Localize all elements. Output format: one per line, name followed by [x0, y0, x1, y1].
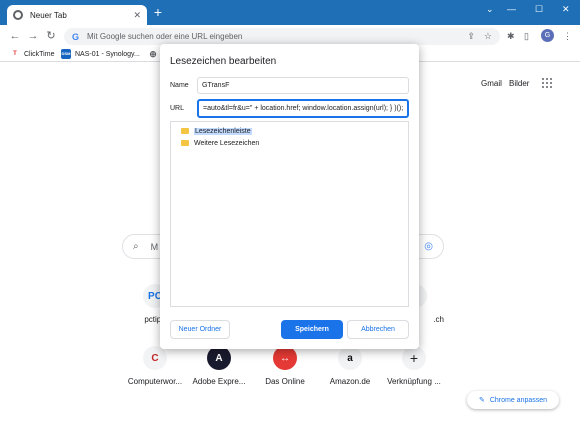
shortcut-label: Amazon.de [329, 377, 371, 386]
folder-icon [181, 140, 189, 146]
shortcut-label: Computerwor... [127, 377, 183, 386]
bookmark-label: NAS-01 - Synology... [75, 50, 140, 58]
customize-label: Chrome anpassen [489, 396, 548, 404]
shortcut-amazon[interactable]: a Amazon.de [315, 346, 385, 386]
name-label: Name [170, 82, 189, 89]
folder-item-other-bookmarks[interactable]: Weitere Lesezeichen [181, 137, 398, 149]
side-panel-icon[interactable]: ▯ [524, 31, 529, 42]
folder-label: Weitere Lesezeichen [194, 139, 260, 147]
title-bar: Neuer Tab ✕ + ⌄ — ☐ ✕ [0, 0, 580, 25]
extensions-icon[interactable]: ✱ [507, 31, 515, 42]
folder-label: Lesezeichenleiste [194, 127, 252, 135]
minimize-icon[interactable]: — [507, 4, 516, 14]
gmail-link[interactable]: Gmail [481, 79, 502, 88]
browser-tab[interactable]: Neuer Tab ✕ [7, 5, 147, 25]
plus-icon: + [402, 346, 426, 370]
google-apps-icon[interactable] [542, 78, 552, 88]
new-tab-button[interactable]: + [151, 5, 165, 19]
sbb-icon: ↔ [273, 346, 297, 370]
address-placeholder: Mit Google suchen oder eine URL eingeben [87, 32, 243, 41]
dialog-title: Lesezeichen bearbeiten [170, 56, 277, 67]
globe-icon: ⊕ [149, 49, 157, 59]
cancel-button[interactable]: Abbrechen [347, 320, 409, 339]
bookmark-star-icon[interactable]: ☆ [484, 31, 492, 42]
clicktime-icon: T [13, 51, 17, 57]
address-bar[interactable]: G Mit Google suchen oder eine URL eingeb… [64, 28, 500, 45]
folder-item-bookmarks-bar[interactable]: Lesezeichenleiste [181, 125, 398, 137]
folder-icon [181, 128, 189, 134]
new-folder-button[interactable]: Neuer Ordner [170, 320, 230, 339]
tab-search-icon[interactable]: ⌄ [486, 4, 494, 15]
google-icon: G [72, 31, 80, 42]
shortcut-label: Adobe Expre... [192, 377, 246, 386]
synology-icon: DSM [61, 49, 71, 59]
share-icon[interactable]: ⇪ [467, 31, 475, 42]
close-tab-icon[interactable]: ✕ [133, 10, 141, 21]
edit-bookmark-dialog: Lesezeichen bearbeiten Name GTransF URL … [160, 44, 419, 349]
computerworld-icon: C [143, 346, 167, 370]
folder-tree[interactable]: Lesezeichenleiste Weitere Lesezeichen [170, 121, 409, 307]
close-window-icon[interactable]: ✕ [562, 4, 570, 15]
shortcut-label: Verknüpfung ... [387, 377, 441, 386]
images-link[interactable]: Bilder [509, 79, 529, 88]
bookmark-nas[interactable]: DSM NAS-01 - Synology... [61, 49, 140, 59]
shortcut-adobe-express[interactable]: A Adobe Expre... [184, 346, 254, 386]
chrome-icon [13, 10, 23, 20]
google-lens-icon[interactable]: ◎ [424, 241, 433, 252]
profile-avatar[interactable]: G [541, 29, 554, 42]
reload-icon[interactable]: ↻ [44, 29, 58, 43]
url-field[interactable]: =auto&tl=fr&u=" + location.href; window.… [197, 99, 409, 118]
shortcut-label: Das Online [265, 377, 305, 386]
url-label: URL [170, 105, 185, 112]
bookmark-globe[interactable]: ⊕ [148, 49, 158, 59]
adobe-express-icon: A [207, 346, 231, 370]
shortcut-add[interactable]: + Verknüpfung ... [379, 346, 449, 386]
shortcut-computerworld[interactable]: C Computerwor... [120, 346, 190, 386]
shortcut-das-online[interactable]: ↔ Das Online [250, 346, 320, 386]
pencil-icon: ✎ [478, 397, 485, 404]
name-field[interactable]: GTransF [197, 77, 409, 94]
customize-chrome-button[interactable]: ✎ Chrome anpassen [467, 391, 559, 409]
save-button[interactable]: Speichern [281, 320, 343, 339]
maximize-icon[interactable]: ☐ [535, 4, 543, 15]
back-icon[interactable]: ← [8, 29, 22, 43]
search-icon: ⌕ [133, 241, 139, 252]
forward-icon[interactable]: → [26, 29, 40, 43]
tab-title: Neuer Tab [30, 10, 67, 20]
amazon-icon: a [338, 346, 362, 370]
bookmark-clicktime[interactable]: T ClickTime [10, 49, 54, 59]
bookmark-label: ClickTime [24, 50, 55, 58]
menu-icon[interactable]: ⋮ [563, 31, 572, 42]
